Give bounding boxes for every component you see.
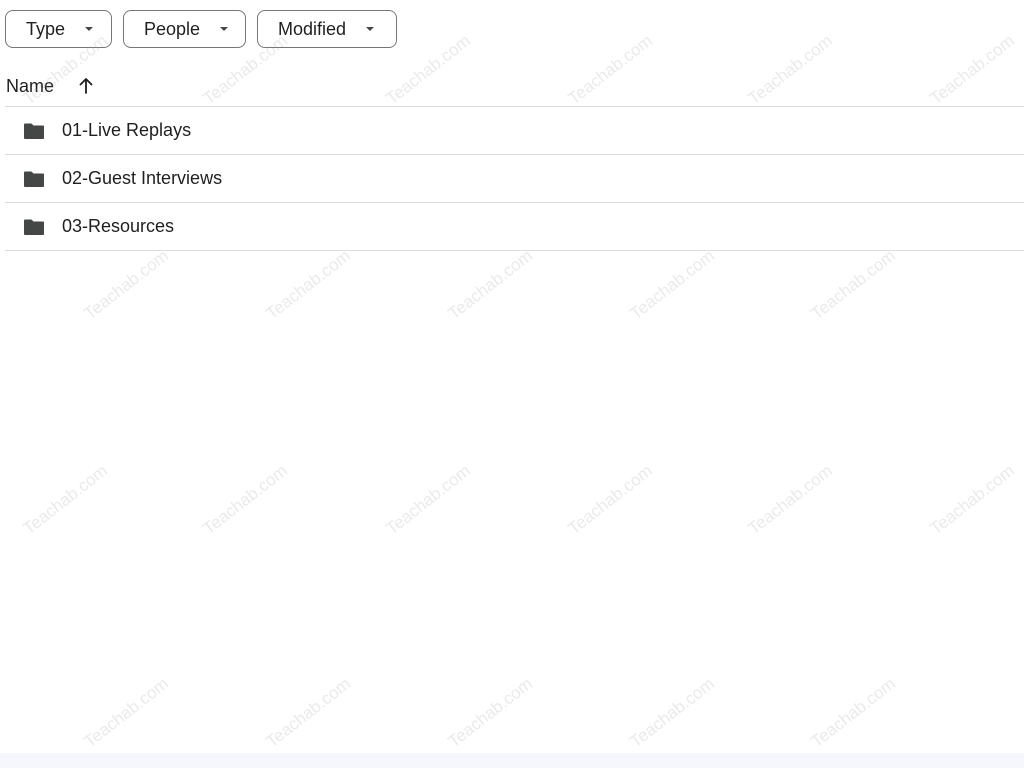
watermark: Teachab.com: [807, 673, 899, 752]
folder-name: 03-Resources: [62, 216, 175, 236]
watermark: Teachab.com: [564, 460, 656, 539]
modified-filter-label: Modified: [278, 18, 347, 39]
watermark: Teachab.com: [444, 245, 536, 324]
watermark: Teachab.com: [80, 245, 172, 324]
list-item[interactable]: 01-Live Replays: [5, 107, 1024, 155]
filter-chips: Type People Modified: [5, 10, 408, 48]
watermark: Teachab.com: [444, 673, 536, 752]
folder-icon: [23, 218, 45, 236]
sort-ascending-arrow-icon[interactable]: [78, 76, 94, 96]
watermark: Teachab.com: [807, 245, 899, 324]
name-column-header[interactable]: Name: [6, 76, 54, 97]
drive-file-browser: Type People Modified Name 01-Live Replay…: [0, 0, 1024, 768]
footer-band: [0, 753, 1024, 768]
watermark: Teachab.com: [382, 460, 474, 539]
watermark: Teachab.com: [626, 245, 718, 324]
folder-name: 01-Live Replays: [62, 120, 192, 140]
watermark: Teachab.com: [926, 460, 1018, 539]
folder-name: 02-Guest Interviews: [62, 168, 223, 188]
watermark: Teachab.com: [626, 673, 718, 752]
list-header: Name: [5, 66, 1024, 107]
list-item[interactable]: 02-Guest Interviews: [5, 155, 1024, 203]
watermark: Teachab.com: [199, 460, 291, 539]
chevron-down-icon: [85, 27, 94, 31]
chevron-down-icon: [366, 27, 375, 31]
watermark: Teachab.com: [744, 460, 836, 539]
watermark: Teachab.com: [262, 673, 354, 752]
type-filter-label: Type: [26, 18, 66, 39]
people-filter-chip[interactable]: People: [123, 10, 246, 48]
watermark: Teachab.com: [80, 673, 172, 752]
type-filter-chip[interactable]: Type: [5, 10, 112, 48]
watermark: Teachab.com: [262, 245, 354, 324]
chevron-down-icon: [220, 27, 229, 31]
file-list: 01-Live Replays 02-Guest Interviews 03-R…: [5, 107, 1024, 251]
modified-filter-chip[interactable]: Modified: [257, 10, 397, 48]
people-filter-label: People: [144, 18, 201, 39]
folder-icon: [23, 170, 45, 188]
folder-icon: [23, 122, 45, 140]
watermark: Teachab.com: [19, 460, 111, 539]
list-item[interactable]: 03-Resources: [5, 203, 1024, 251]
